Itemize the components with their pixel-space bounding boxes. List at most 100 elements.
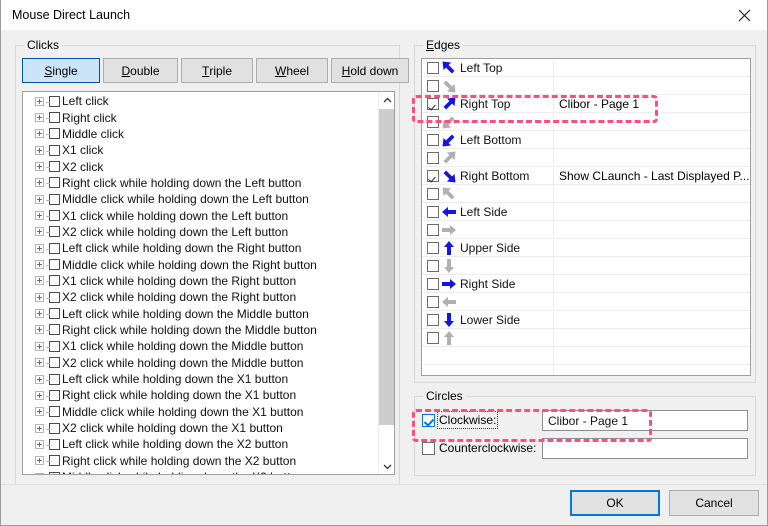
edges-row-checkbox[interactable] bbox=[427, 259, 439, 272]
tab-wheel[interactable]: Wheel bbox=[256, 58, 328, 83]
clicks-tree-item[interactable]: Middle click while holding down the X1 b… bbox=[23, 404, 379, 420]
edges-row[interactable]: Right Top Clibor - Page 1 bbox=[422, 95, 750, 113]
clicks-tree-item[interactable]: Left click while holding down the Middle… bbox=[23, 305, 379, 321]
expand-plus-icon[interactable] bbox=[35, 325, 50, 335]
edges-row[interactable]: Upper Side bbox=[422, 239, 750, 257]
expand-plus-icon[interactable] bbox=[35, 292, 50, 302]
edges-row-checkbox[interactable] bbox=[427, 79, 439, 92]
counterclockwise-input[interactable] bbox=[542, 438, 748, 459]
clicks-item-checkbox[interactable] bbox=[49, 144, 60, 156]
edges-row-checkbox[interactable] bbox=[427, 133, 439, 146]
clicks-tree-item[interactable]: Left click bbox=[23, 93, 379, 109]
expand-plus-icon[interactable] bbox=[35, 260, 50, 270]
clicks-tree-item[interactable]: X1 click while holding down the Middle b… bbox=[23, 338, 379, 354]
edges-row[interactable]: Right Bottom Show CLaunch - Last Displaye… bbox=[422, 167, 750, 185]
tab-double[interactable]: Double bbox=[103, 58, 178, 83]
clicks-item-checkbox[interactable] bbox=[49, 389, 60, 401]
clicks-tree-item[interactable]: X2 click bbox=[23, 158, 379, 174]
edges-row[interactable] bbox=[422, 365, 750, 375]
clicks-tree-item[interactable]: X1 click bbox=[23, 142, 379, 158]
clicks-item-checkbox[interactable] bbox=[49, 406, 60, 418]
edges-row[interactable]: Left Top bbox=[422, 59, 750, 77]
clicks-tree-item[interactable]: Middle click bbox=[23, 126, 379, 142]
expand-plus-icon[interactable] bbox=[35, 309, 50, 319]
edges-list[interactable]: Left Top Right Top Clibor - Page 1 Left Bot… bbox=[421, 58, 751, 376]
edges-row[interactable] bbox=[422, 329, 750, 347]
expand-plus-icon[interactable] bbox=[35, 194, 50, 204]
edges-row[interactable] bbox=[422, 113, 750, 131]
expand-plus-icon[interactable] bbox=[35, 472, 44, 474]
edges-row-checkbox[interactable] bbox=[427, 151, 439, 164]
edges-row-checkbox[interactable] bbox=[427, 169, 439, 182]
edges-row-checkbox[interactable] bbox=[427, 61, 439, 74]
clicks-item-checkbox[interactable] bbox=[49, 455, 60, 467]
clicks-tree-item[interactable]: Middle click while holding down the Left… bbox=[23, 191, 379, 207]
edges-row[interactable]: Lower Side bbox=[422, 311, 750, 329]
clicks-tree-item[interactable]: Right click while holding down the X2 bu… bbox=[23, 453, 379, 469]
chevron-down-icon[interactable] bbox=[379, 458, 394, 474]
clicks-item-checkbox[interactable] bbox=[49, 112, 60, 124]
expand-plus-icon[interactable] bbox=[35, 227, 50, 237]
edges-row[interactable]: Left Side bbox=[422, 203, 750, 221]
clicks-tree-list[interactable]: Left click Right click Middle click X1 clic… bbox=[22, 91, 395, 475]
clicks-tree-item[interactable]: X2 click while holding down the Left but… bbox=[23, 224, 379, 240]
edges-row[interactable]: Right Side bbox=[422, 275, 750, 293]
clicks-tree-item[interactable]: Right click bbox=[23, 109, 379, 125]
clicks-item-checkbox[interactable] bbox=[49, 226, 60, 238]
clicks-item-checkbox[interactable] bbox=[49, 324, 60, 336]
edges-row-checkbox[interactable] bbox=[427, 205, 439, 218]
clicks-item-checkbox[interactable] bbox=[49, 128, 60, 140]
edges-row-checkbox[interactable] bbox=[427, 223, 439, 236]
clicks-item-checkbox[interactable] bbox=[49, 340, 60, 352]
tab-triple[interactable]: Triple bbox=[181, 58, 253, 83]
expand-plus-icon[interactable] bbox=[35, 129, 50, 139]
edges-row-checkbox[interactable] bbox=[427, 241, 439, 254]
expand-plus-icon[interactable] bbox=[35, 374, 50, 384]
edges-row[interactable]: Left Bottom bbox=[422, 131, 750, 149]
edges-row[interactable] bbox=[422, 77, 750, 95]
clicks-item-checkbox[interactable] bbox=[49, 357, 60, 369]
edges-row-checkbox[interactable] bbox=[427, 331, 439, 344]
clicks-item-checkbox[interactable] bbox=[49, 161, 60, 173]
clicks-tree-item[interactable]: X2 click while holding down the Middle b… bbox=[23, 355, 379, 371]
expand-plus-icon[interactable] bbox=[35, 407, 50, 417]
expand-plus-icon[interactable] bbox=[35, 456, 50, 466]
clicks-item-checkbox[interactable] bbox=[49, 275, 60, 287]
clicks-tree-item[interactable]: X2 click while holding down the Right bu… bbox=[23, 289, 379, 305]
edges-row[interactable] bbox=[422, 257, 750, 275]
expand-plus-icon[interactable] bbox=[35, 423, 50, 433]
clicks-item-checkbox[interactable] bbox=[49, 438, 60, 450]
clicks-item-checkbox[interactable] bbox=[49, 193, 60, 205]
chevron-up-icon[interactable] bbox=[379, 92, 394, 108]
edges-row[interactable] bbox=[422, 185, 750, 203]
clicks-item-checkbox[interactable] bbox=[49, 471, 60, 474]
expand-plus-icon[interactable] bbox=[35, 145, 50, 155]
edges-row-checkbox[interactable] bbox=[427, 277, 439, 290]
expand-plus-icon[interactable] bbox=[35, 358, 50, 368]
expand-plus-icon[interactable] bbox=[35, 439, 50, 449]
expand-plus-icon[interactable] bbox=[35, 276, 50, 286]
tab-single[interactable]: Single bbox=[22, 58, 100, 83]
edges-row[interactable] bbox=[422, 293, 750, 311]
expand-plus-icon[interactable] bbox=[35, 211, 50, 221]
close-icon[interactable] bbox=[721, 0, 767, 30]
clicks-item-checkbox[interactable] bbox=[49, 210, 60, 222]
clicks-tree-item[interactable]: X1 click while holding down the Left but… bbox=[23, 207, 379, 223]
clicks-tree-item[interactable]: Middle click while holding down the Righ… bbox=[23, 256, 379, 272]
clicks-tree-item[interactable]: Right click while holding down the X1 bu… bbox=[23, 387, 379, 403]
expand-plus-icon[interactable] bbox=[35, 96, 50, 106]
expand-plus-icon[interactable] bbox=[35, 113, 50, 123]
clockwise-input[interactable]: Clibor - Page 1 bbox=[542, 410, 748, 431]
clicks-scrollbar[interactable] bbox=[378, 92, 394, 474]
clicks-tree-item[interactable]: X1 click while holding down the Right bu… bbox=[23, 273, 379, 289]
counterclockwise-checkbox[interactable] bbox=[422, 441, 435, 455]
clicks-tree-item[interactable]: Left click while holding down the X2 but… bbox=[23, 436, 379, 452]
ok-button[interactable]: OK bbox=[570, 490, 660, 516]
scrollbar-thumb[interactable] bbox=[379, 109, 394, 425]
edges-row-checkbox[interactable] bbox=[427, 313, 439, 326]
edges-row-checkbox[interactable] bbox=[427, 295, 439, 308]
clicks-item-checkbox[interactable] bbox=[49, 242, 60, 254]
clicks-tree-item[interactable]: X2 click while holding down the X1 butto… bbox=[23, 420, 379, 436]
clicks-item-checkbox[interactable] bbox=[49, 291, 60, 303]
clicks-tree-item[interactable]: Right click while holding down the Left … bbox=[23, 175, 379, 191]
